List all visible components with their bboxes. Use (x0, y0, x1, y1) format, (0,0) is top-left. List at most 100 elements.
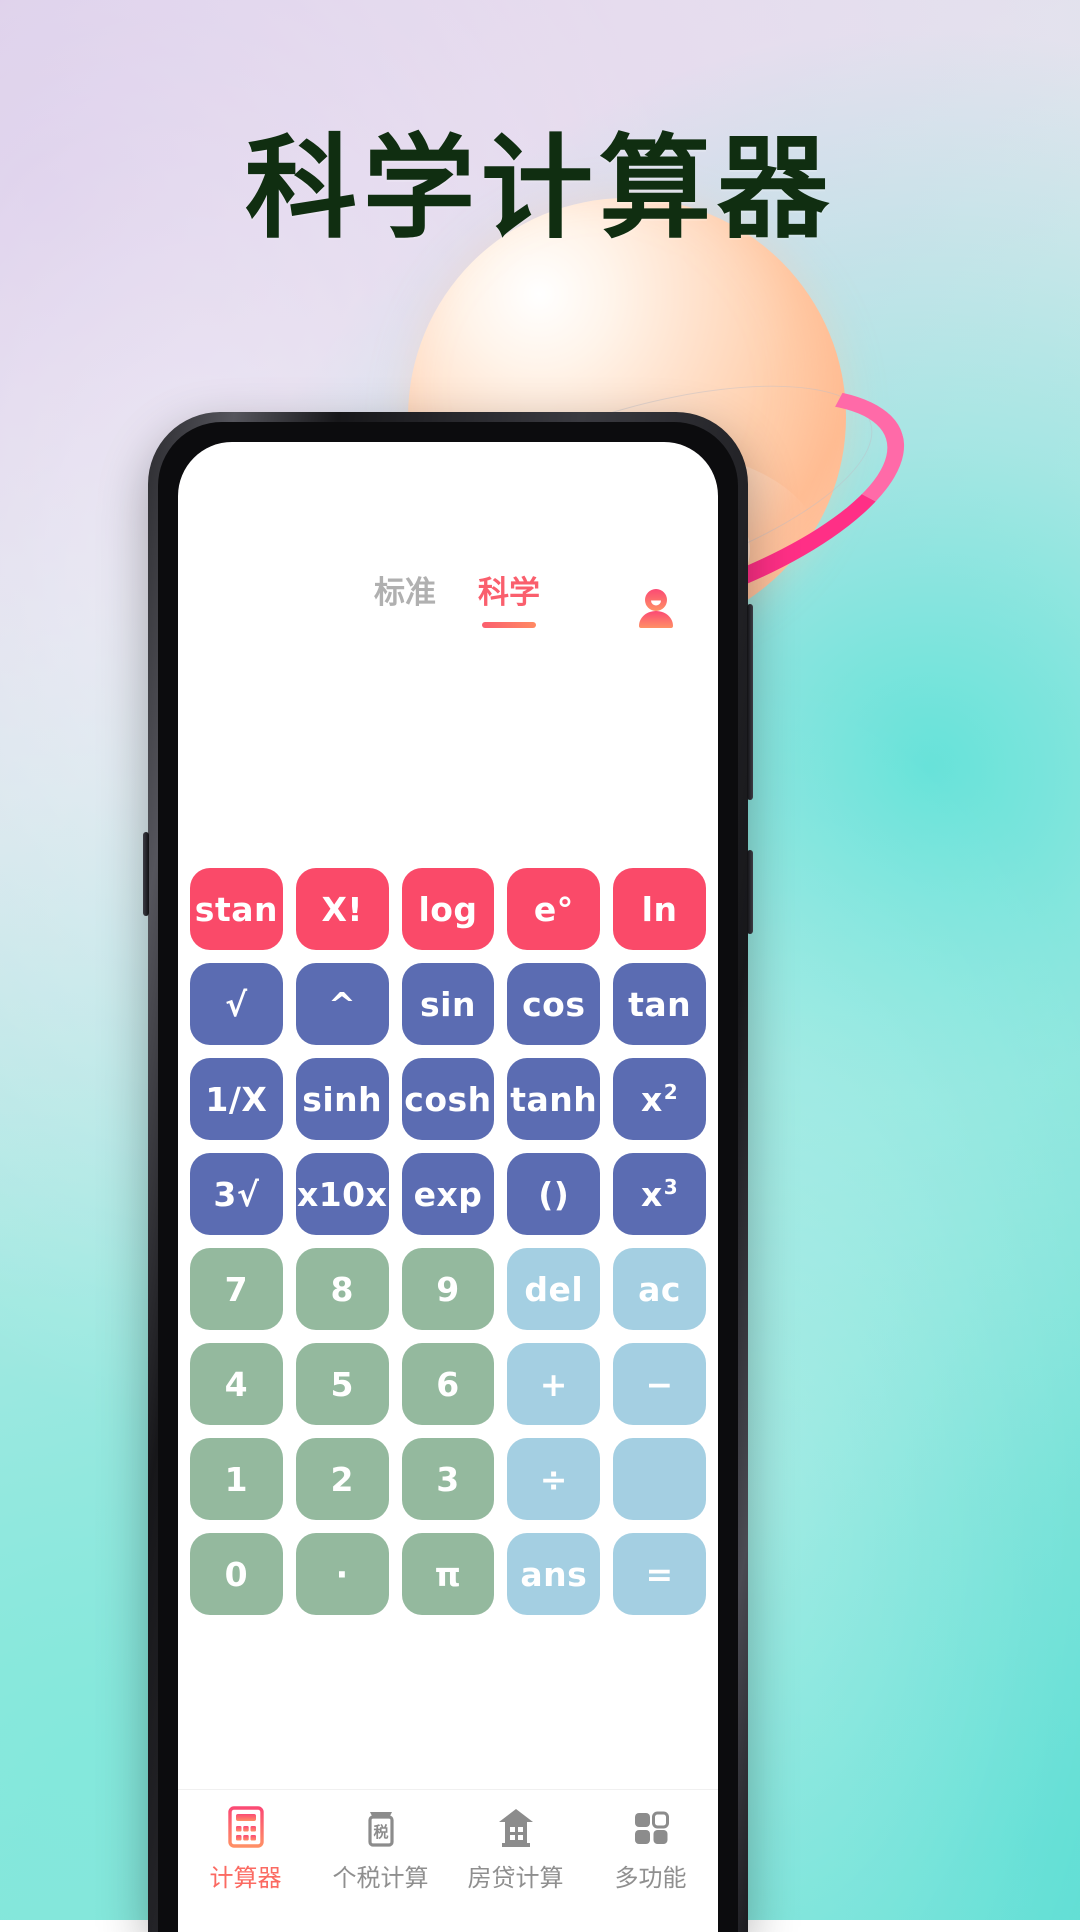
key-label: X! (321, 889, 363, 929)
phone-side-button-left[interactable] (143, 832, 149, 916)
keypad-row: √ ^ sin cos tan (190, 963, 706, 1045)
key-8[interactable]: 8 (295, 1248, 389, 1330)
keypad-row: 3√ x10x exp () x3 (190, 1153, 706, 1235)
key-2[interactable]: 2 (295, 1438, 389, 1520)
key-cos[interactable]: cos (507, 963, 601, 1045)
keypad-row: stan X! log e° ln (190, 868, 706, 950)
key-blank[interactable] (613, 1438, 706, 1520)
key-label: ans (520, 1554, 588, 1594)
key-label: ac (638, 1269, 681, 1309)
nav-item-mortgage[interactable]: 房贷计算 (448, 1804, 583, 1893)
keypad-row: 7 8 9 del ac (190, 1248, 706, 1330)
key-1overx[interactable]: 1/X (190, 1058, 283, 1140)
key-label: · (335, 1554, 349, 1594)
key-5[interactable]: 5 (295, 1343, 389, 1425)
tab-science-label: 科学 (478, 575, 540, 611)
key-label: 6 (436, 1364, 460, 1404)
grid-icon (628, 1804, 674, 1850)
key-label: 3 (436, 1459, 460, 1499)
svg-text:税: 税 (373, 1823, 388, 1841)
key-label: e° (533, 889, 574, 929)
key-label: x2 (640, 1079, 679, 1119)
calculator-display (178, 636, 718, 868)
key-xfact[interactable]: X! (295, 868, 389, 950)
key-ln[interactable]: ln (613, 868, 706, 950)
nav-item-calculator[interactable]: 计算器 (178, 1804, 313, 1893)
key-log[interactable]: log (401, 868, 495, 950)
key-equals[interactable]: = (613, 1533, 706, 1615)
nav-label-mortgage: 房贷计算 (467, 1864, 564, 1892)
nav-item-personal-tax[interactable]: 税 个税计算 (313, 1804, 448, 1893)
key-0[interactable]: 0 (190, 1533, 283, 1615)
key-4[interactable]: 4 (190, 1343, 283, 1425)
key-label: sin (420, 984, 476, 1024)
key-edeg[interactable]: e° (507, 868, 601, 950)
key-ans[interactable]: ans (507, 1533, 601, 1615)
key-label: π (434, 1554, 462, 1594)
key-label: 3√ (213, 1174, 260, 1214)
key-pow[interactable]: ^ (295, 963, 389, 1045)
key-label: 0 (224, 1554, 249, 1594)
key-3[interactable]: 3 (401, 1438, 495, 1520)
key-del[interactable]: del (507, 1248, 601, 1330)
key-x10x[interactable]: x10x (295, 1153, 389, 1235)
key-dot[interactable]: · (295, 1533, 389, 1615)
tab-science[interactable]: 科学 (478, 567, 540, 628)
key-label: 8 (330, 1269, 354, 1309)
app-header: 标准 科学 (178, 442, 718, 636)
key-x[interactable]: x2 (613, 1058, 706, 1140)
key-label: ^ (328, 984, 357, 1024)
key-tan[interactable]: tan (613, 963, 706, 1045)
key-exp[interactable]: exp (401, 1153, 495, 1235)
key-label: x10x (296, 1174, 388, 1214)
phone-screen: 标准 科学 stan X! log e° ln √ ^ sin cos tan … (178, 442, 718, 1932)
key-label: − (645, 1364, 674, 1404)
user-avatar-icon[interactable] (636, 588, 676, 632)
key-label: ln (641, 889, 678, 929)
key-stan[interactable]: stan (190, 868, 283, 950)
key-minus[interactable]: − (613, 1343, 706, 1425)
nav-item-multifunction[interactable]: 多功能 (583, 1804, 718, 1893)
key-blank[interactable]: () (507, 1153, 601, 1235)
phone-mockup: 标准 科学 stan X! log e° ln √ ^ sin cos tan … (143, 412, 753, 1932)
key-x[interactable]: x3 (613, 1153, 706, 1235)
tab-standard[interactable]: 标准 (374, 567, 436, 622)
tab-standard-label: 标准 (374, 575, 436, 611)
key-3sqrt[interactable]: 3√ (190, 1153, 283, 1235)
key-pi[interactable]: π (401, 1533, 495, 1615)
key-cosh[interactable]: cosh (401, 1058, 495, 1140)
key-1[interactable]: 1 (190, 1438, 283, 1520)
keypad-row: 0 · π ans = (190, 1533, 706, 1615)
tab-active-indicator (482, 622, 536, 628)
key-7[interactable]: 7 (190, 1248, 283, 1330)
key-label: √ (225, 984, 248, 1024)
key-sqrt[interactable]: √ (190, 963, 283, 1045)
key-label: 2 (330, 1459, 354, 1499)
key-sinh[interactable]: sinh (295, 1058, 389, 1140)
key-label: cos (522, 984, 586, 1024)
bottom-navigation: 计算器 税 个税计算 房贷计算 多功能 (178, 1789, 718, 1932)
nav-label-calculator: 计算器 (209, 1864, 282, 1892)
key-plus[interactable]: + (507, 1343, 601, 1425)
key-label: 5 (330, 1364, 354, 1404)
key-ac[interactable]: ac (613, 1248, 706, 1330)
key-divide[interactable]: ÷ (507, 1438, 601, 1520)
key-label: () (538, 1174, 570, 1214)
key-label: ÷ (539, 1459, 568, 1499)
key-label: cosh (404, 1079, 492, 1119)
phone-power-button[interactable] (747, 850, 753, 934)
key-label: del (524, 1269, 584, 1309)
key-tanh[interactable]: tanh (507, 1058, 601, 1140)
keypad-row: 1 2 3 ÷ (190, 1438, 706, 1520)
house-icon (493, 1804, 539, 1850)
key-9[interactable]: 9 (401, 1248, 495, 1330)
key-sin[interactable]: sin (401, 963, 495, 1045)
phone-bezel: 标准 科学 stan X! log e° ln √ ^ sin cos tan … (158, 422, 738, 1932)
key-label: 7 (224, 1269, 249, 1309)
key-6[interactable]: 6 (401, 1343, 495, 1425)
key-label: exp (413, 1174, 483, 1214)
phone-volume-button[interactable] (747, 604, 753, 800)
keypad-row: 4 5 6 + − (190, 1343, 706, 1425)
key-exponent: 2 (663, 1079, 679, 1104)
nav-label-personal-tax: 个税计算 (332, 1864, 429, 1892)
